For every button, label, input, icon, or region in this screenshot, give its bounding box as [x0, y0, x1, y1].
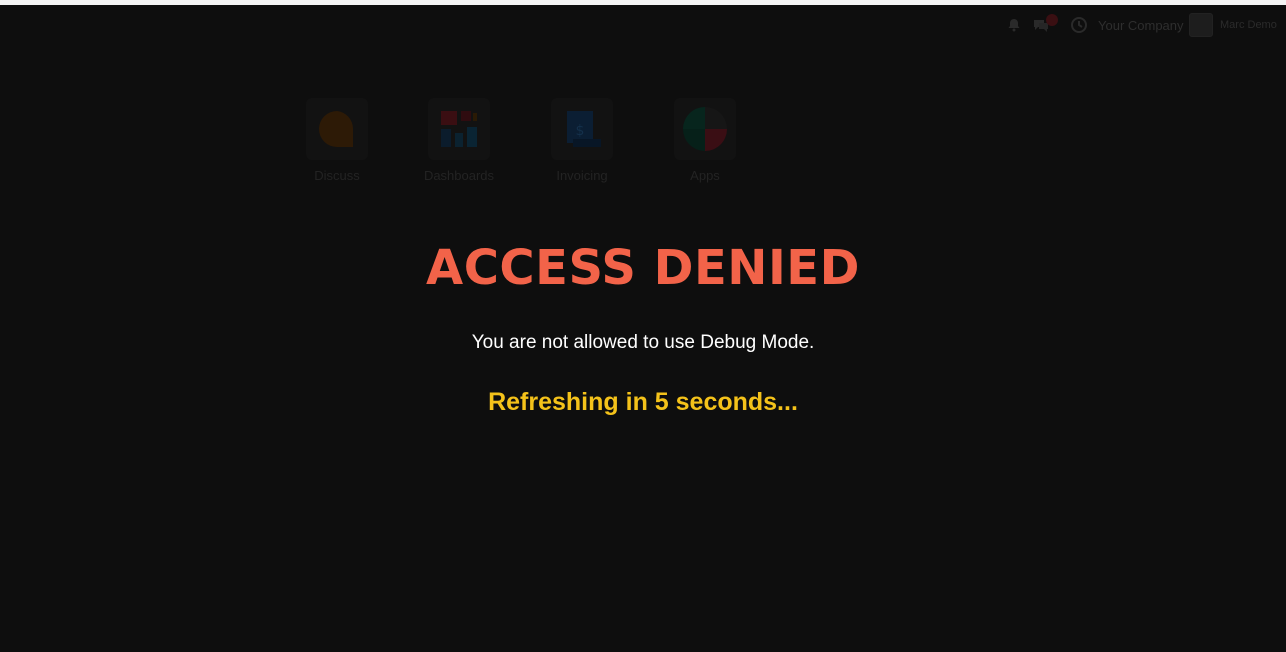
- app-label: Discuss: [314, 168, 360, 183]
- page: Your Company Marc Demo Discuss Dashboard…: [0, 0, 1286, 652]
- app-discuss[interactable]: Discuss: [287, 98, 387, 183]
- dashboards-icon: [441, 111, 477, 147]
- app-tile: $: [551, 98, 613, 160]
- messages-badge: [1046, 14, 1058, 26]
- bell-icon: [1008, 19, 1020, 32]
- messages-button[interactable]: [1032, 5, 1050, 45]
- app-dashboards[interactable]: Dashboards: [409, 98, 509, 183]
- company-switcher[interactable]: Your Company: [1098, 5, 1184, 45]
- user-name: Marc Demo: [1220, 19, 1277, 31]
- access-denied-message: You are not allowed to use Debug Mode.: [471, 332, 815, 353]
- notifications-button[interactable]: [1006, 5, 1022, 45]
- refresh-countdown: Refreshing in 5 seconds...: [488, 388, 798, 416]
- top-navbar: Your Company Marc Demo: [0, 5, 1286, 45]
- svg-text:$: $: [576, 123, 585, 139]
- app-tile: [674, 98, 736, 160]
- apps-icon: [683, 107, 727, 151]
- app-tile: [306, 98, 368, 160]
- user-avatar-button[interactable]: [1189, 5, 1213, 45]
- access-denied-title: ACCESS DENIED: [426, 240, 860, 296]
- clock-icon: [1071, 17, 1087, 33]
- app-apps[interactable]: Apps: [655, 98, 755, 183]
- user-menu[interactable]: Marc Demo: [1220, 5, 1277, 45]
- discuss-icon: [319, 111, 354, 147]
- app-label: Invoicing: [556, 168, 608, 183]
- app-tile: [428, 98, 490, 160]
- app-label: Apps: [690, 168, 720, 183]
- app-invoicing[interactable]: $ Invoicing: [532, 98, 632, 183]
- app-label: Dashboards: [423, 168, 495, 183]
- avatar: [1189, 13, 1213, 37]
- activities-button[interactable]: [1070, 5, 1088, 45]
- invoicing-icon: $: [567, 111, 601, 147]
